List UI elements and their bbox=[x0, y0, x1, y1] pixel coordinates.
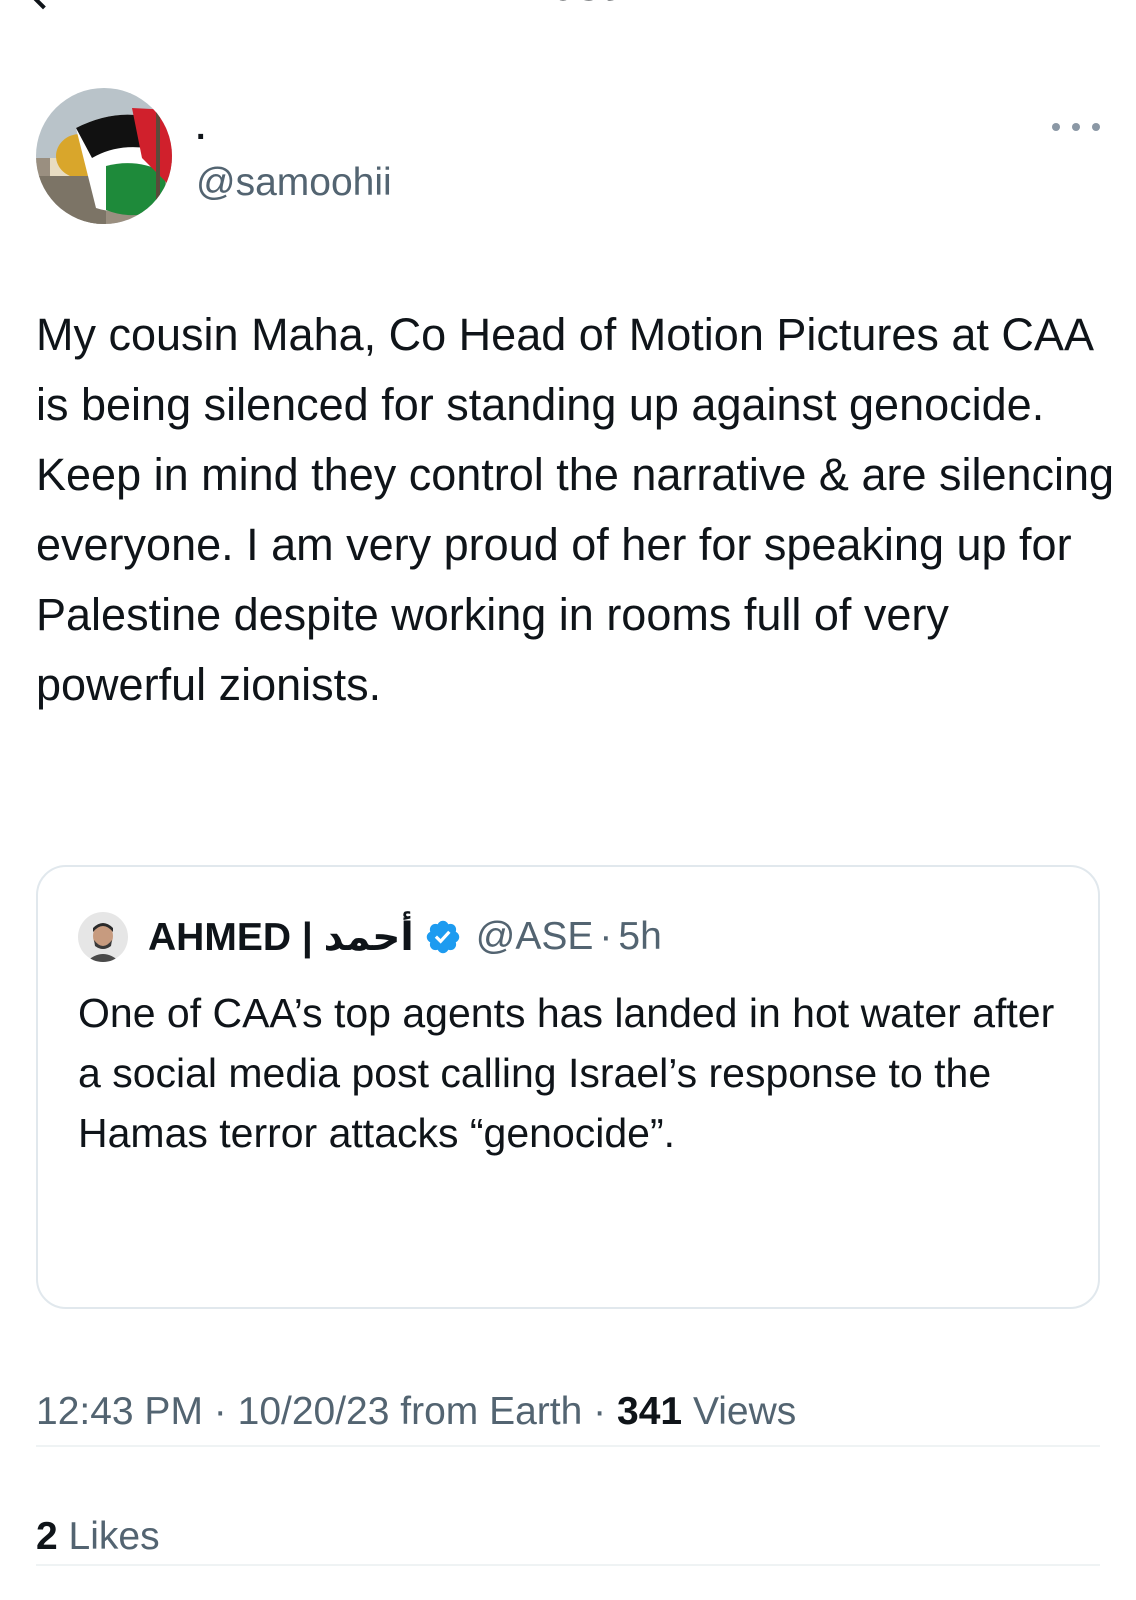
views-label[interactable]: Views bbox=[693, 1390, 796, 1433]
post-metadata: 12:43 PM · 10/20/23 from Earth · 341 Vie… bbox=[36, 1388, 796, 1436]
post-text: My cousin Maha, Co Head of Motion Pictur… bbox=[36, 309, 1115, 710]
post-date-source: 10/20/23 from Earth bbox=[237, 1390, 583, 1433]
quoted-post-text: One of CAA’s top agents has landed in ho… bbox=[78, 990, 1055, 1156]
top-navigation-bar: Post bbox=[0, 0, 1136, 14]
author-handle[interactable]: @samoohii bbox=[196, 160, 392, 206]
dot-separator: · bbox=[599, 915, 613, 958]
author-display-name[interactable]: . bbox=[196, 108, 205, 148]
divider bbox=[36, 1445, 1100, 1447]
page-title: Post bbox=[0, 0, 1136, 12]
more-dot bbox=[1072, 123, 1080, 131]
more-dot bbox=[1052, 123, 1060, 131]
likes-summary[interactable]: 2 Likes bbox=[36, 1513, 160, 1561]
quoted-author-avatar bbox=[78, 912, 128, 962]
divider bbox=[36, 1564, 1100, 1566]
quoted-post-card[interactable]: AHMED | أحمد @ASE · 5h One of CAA’s top … bbox=[36, 865, 1100, 1309]
likes-count: 2 bbox=[36, 1515, 58, 1558]
author-avatar[interactable] bbox=[36, 88, 172, 224]
quoted-post-header: AHMED | أحمد @ASE · 5h bbox=[78, 909, 662, 965]
quoted-author-handle: @ASE bbox=[475, 915, 594, 958]
dot-separator: · bbox=[213, 1390, 227, 1433]
dot-separator: · bbox=[593, 1390, 607, 1433]
quoted-author-name: AHMED | أحمد bbox=[148, 915, 414, 959]
post-time: 12:43 PM bbox=[36, 1390, 203, 1433]
views-count: 341 bbox=[617, 1390, 683, 1433]
quoted-post-time: 5h bbox=[618, 915, 662, 958]
more-horizontal-icon[interactable] bbox=[1052, 112, 1100, 142]
likes-label: Likes bbox=[68, 1515, 160, 1558]
verified-badge-icon bbox=[426, 920, 459, 954]
more-dot bbox=[1092, 123, 1100, 131]
